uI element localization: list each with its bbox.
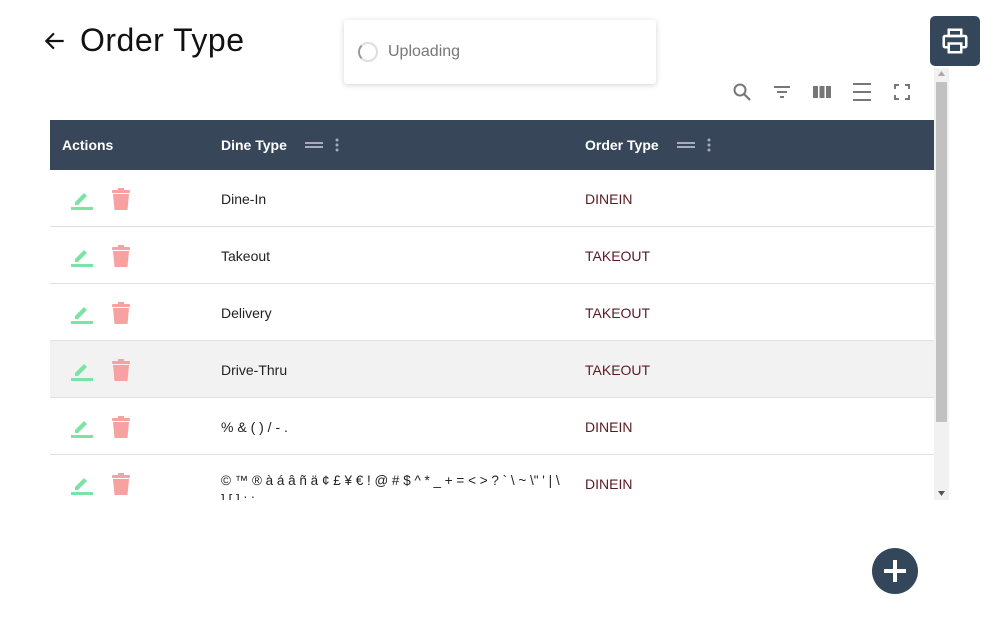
order-type-cell: DINEIN — [585, 475, 633, 492]
scroll-down-icon[interactable] — [938, 491, 945, 496]
delete-icon[interactable] — [110, 244, 132, 268]
print-button[interactable] — [930, 16, 980, 66]
order-type-table: Actions Dine Type Order Type Dine-In DIN… — [50, 120, 934, 500]
order-type-cell: TAKEOUT — [585, 304, 651, 321]
table-row: © ™ ® à á â ñ ä ¢ £ ¥ € ! @ # $ ^ * _ + … — [50, 455, 934, 500]
delete-icon[interactable] — [110, 415, 132, 439]
edit-icon[interactable] — [70, 187, 94, 211]
table-row: % & ( ) / - . DINEIN — [50, 398, 934, 455]
dine-type-cell: Delivery — [221, 304, 272, 321]
density-icon[interactable] — [852, 80, 872, 104]
row-actions — [70, 170, 132, 227]
table-row: Delivery TAKEOUT — [50, 284, 934, 341]
edit-icon[interactable] — [70, 244, 94, 268]
plus-icon — [884, 560, 906, 582]
row-actions — [70, 227, 132, 284]
edit-icon[interactable] — [70, 415, 94, 439]
delete-icon[interactable] — [110, 187, 132, 211]
add-button[interactable] — [872, 548, 918, 594]
order-type-cell: TAKEOUT — [585, 361, 651, 378]
edit-icon[interactable] — [70, 301, 94, 325]
search-icon[interactable] — [732, 80, 752, 104]
order-type-cell: TAKEOUT — [585, 247, 651, 264]
page-title: Order Type — [80, 22, 245, 58]
delete-icon[interactable] — [110, 301, 132, 325]
column-header-order-type[interactable]: Order Type — [585, 120, 711, 170]
delete-icon[interactable] — [110, 472, 132, 496]
dine-type-cell: Takeout — [221, 247, 271, 264]
printer-icon — [942, 28, 968, 54]
table-row: Takeout TAKEOUT — [50, 227, 934, 284]
column-label: Dine Type — [221, 137, 287, 153]
toast-text: Uploading — [388, 43, 461, 60]
edit-icon[interactable] — [70, 358, 94, 382]
row-actions — [70, 284, 132, 341]
filter-icon[interactable] — [772, 80, 792, 104]
drag-handle-icon[interactable] — [304, 141, 323, 149]
column-header-dine-type[interactable]: Dine Type — [221, 120, 339, 170]
order-type-cell: DINEIN — [585, 418, 633, 435]
scroll-up-icon[interactable] — [938, 71, 945, 76]
spinner-icon — [358, 42, 378, 62]
dine-type-cell: % & ( ) / - . — [221, 418, 288, 435]
dine-type-cell: © ™ ® à á â ñ ä ¢ £ ¥ € ! @ # $ ^ * _ + … — [221, 473, 560, 500]
table-row: Dine-In DINEIN — [50, 170, 934, 227]
table-header: Actions Dine Type Order Type — [50, 120, 934, 170]
page-header: Order Type — [42, 22, 244, 59]
column-menu-icon[interactable] — [335, 138, 339, 152]
order-type-cell: DINEIN — [585, 190, 633, 207]
columns-icon[interactable] — [812, 80, 832, 104]
back-arrow-icon[interactable] — [42, 28, 68, 54]
row-actions — [70, 398, 132, 455]
drag-handle-icon[interactable] — [676, 141, 695, 149]
row-actions — [70, 455, 132, 500]
table-toolbar — [732, 80, 912, 104]
dine-type-cell: Drive-Thru — [221, 361, 288, 378]
dine-type-cell: Dine-In — [221, 190, 267, 207]
upload-toast: Uploading — [344, 20, 656, 84]
row-actions — [70, 341, 132, 398]
delete-icon[interactable] — [110, 358, 132, 382]
edit-icon[interactable] — [70, 472, 94, 496]
fullscreen-icon[interactable] — [892, 80, 912, 104]
column-menu-icon[interactable] — [707, 138, 711, 152]
scrollbar-thumb[interactable] — [936, 82, 947, 422]
column-header-actions: Actions — [62, 137, 114, 153]
table-scrollbar[interactable] — [934, 68, 949, 500]
table-row: Drive-Thru TAKEOUT — [50, 341, 934, 398]
column-label: Order Type — [585, 137, 659, 153]
